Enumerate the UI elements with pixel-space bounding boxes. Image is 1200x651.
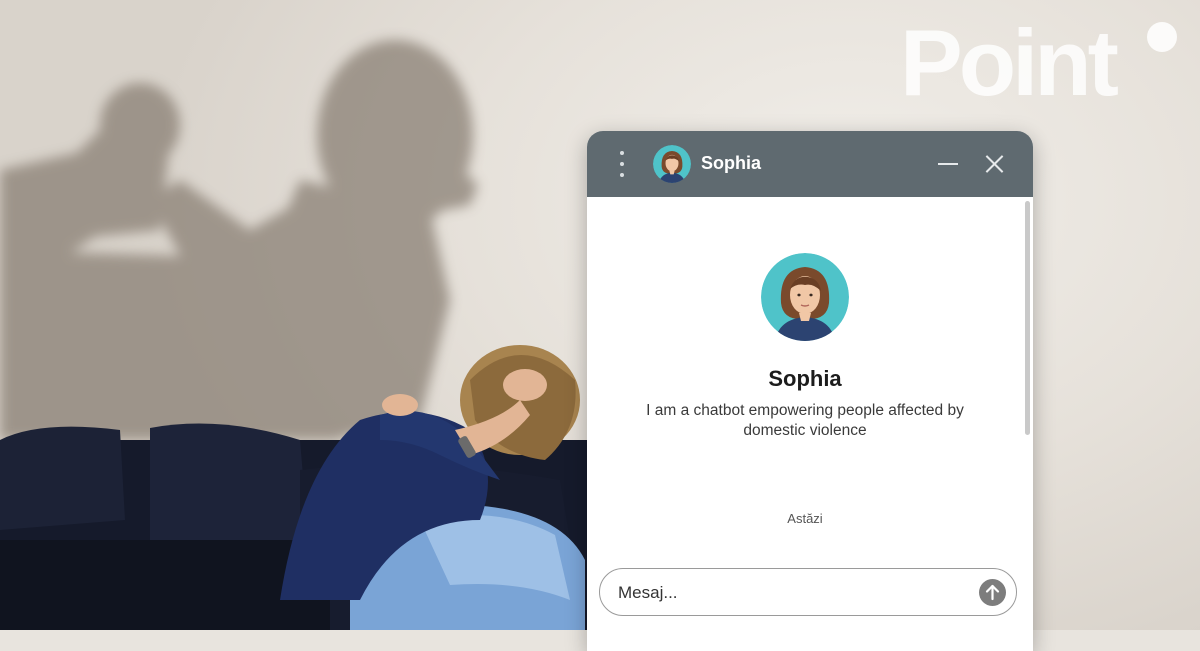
avatar-portrait-icon <box>653 145 691 183</box>
chat-widget: Sophia Sophia I am a chatbot empowering … <box>587 131 1033 651</box>
date-separator: Astăzi <box>787 511 823 526</box>
person-illustration <box>280 345 585 630</box>
bot-name-title: Sophia <box>768 366 842 391</box>
message-composer <box>599 568 1017 616</box>
logo-dot <box>1147 22 1177 52</box>
send-button[interactable] <box>979 579 1006 606</box>
point-logo: Point <box>900 10 1190 115</box>
header-bot-name: Sophia <box>701 153 762 173</box>
close-icon[interactable] <box>983 153 1005 175</box>
bot-avatar-small <box>653 145 691 183</box>
minimize-icon[interactable] <box>937 153 959 175</box>
vertical-dots-icon[interactable] <box>615 151 629 177</box>
message-input[interactable] <box>616 579 960 607</box>
chat-header: Sophia <box>587 131 1033 197</box>
arrow-up-icon <box>985 584 1000 601</box>
chat-body: Sophia I am a chatbot empowering people … <box>587 197 1033 557</box>
logo-text: Point <box>900 10 1119 115</box>
bot-avatar-large <box>761 253 849 341</box>
bot-description: I am a chatbot empowering people affecte… <box>646 402 964 439</box>
avatar-portrait-icon <box>761 253 849 341</box>
scrollbar[interactable] <box>1025 201 1030 435</box>
